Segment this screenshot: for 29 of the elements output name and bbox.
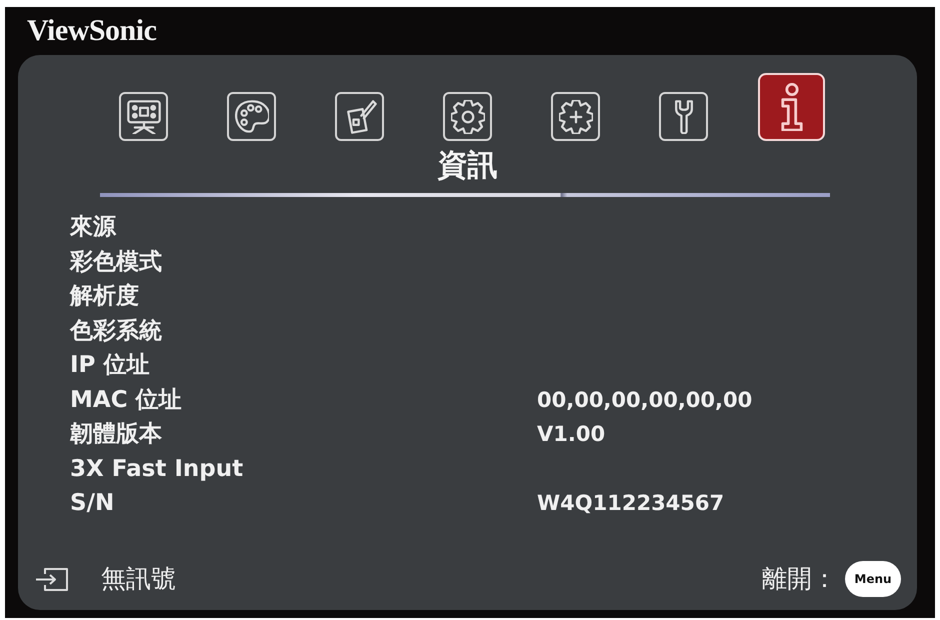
info-label: 解析度 xyxy=(70,282,140,312)
menu-tab[interactable] xyxy=(659,92,708,141)
menu-title: 資訊 xyxy=(438,147,498,185)
info-label: S/N xyxy=(70,489,116,518)
menu-tab[interactable] xyxy=(227,92,276,141)
palette-icon xyxy=(234,100,268,134)
projector-screen-icon xyxy=(126,100,160,134)
menu-tab[interactable] xyxy=(335,92,384,141)
info-value: W4Q112234567 xyxy=(537,490,724,518)
info-value: V1.00 xyxy=(537,421,606,448)
menu-tab[interactable] xyxy=(758,73,825,141)
info-label: IP 位址 xyxy=(70,351,150,380)
info-label: 彩色模式 xyxy=(70,248,163,277)
info-label: 來源 xyxy=(70,213,118,242)
gear-icon xyxy=(450,100,484,134)
exit-label: 離開： xyxy=(762,564,837,594)
menu-tab[interactable] xyxy=(119,92,168,141)
gear-plus-icon xyxy=(558,100,592,134)
menu-tab[interactable] xyxy=(443,92,492,141)
info-label: MAC 位址 xyxy=(70,386,183,415)
brand-name: ViewSonic xyxy=(27,14,156,48)
menu-tab[interactable] xyxy=(551,92,600,141)
arrow-into-box-icon xyxy=(35,566,69,592)
info-label: 韌體版本 xyxy=(70,420,163,450)
menu-key: Menu xyxy=(845,561,901,597)
info-label: 3X Fast Input xyxy=(70,454,244,484)
info-value: 00,00,00,00,00,00 xyxy=(537,386,752,414)
signal-status: 無訊號 xyxy=(101,564,176,594)
info-label: 色彩系統 xyxy=(70,316,163,346)
